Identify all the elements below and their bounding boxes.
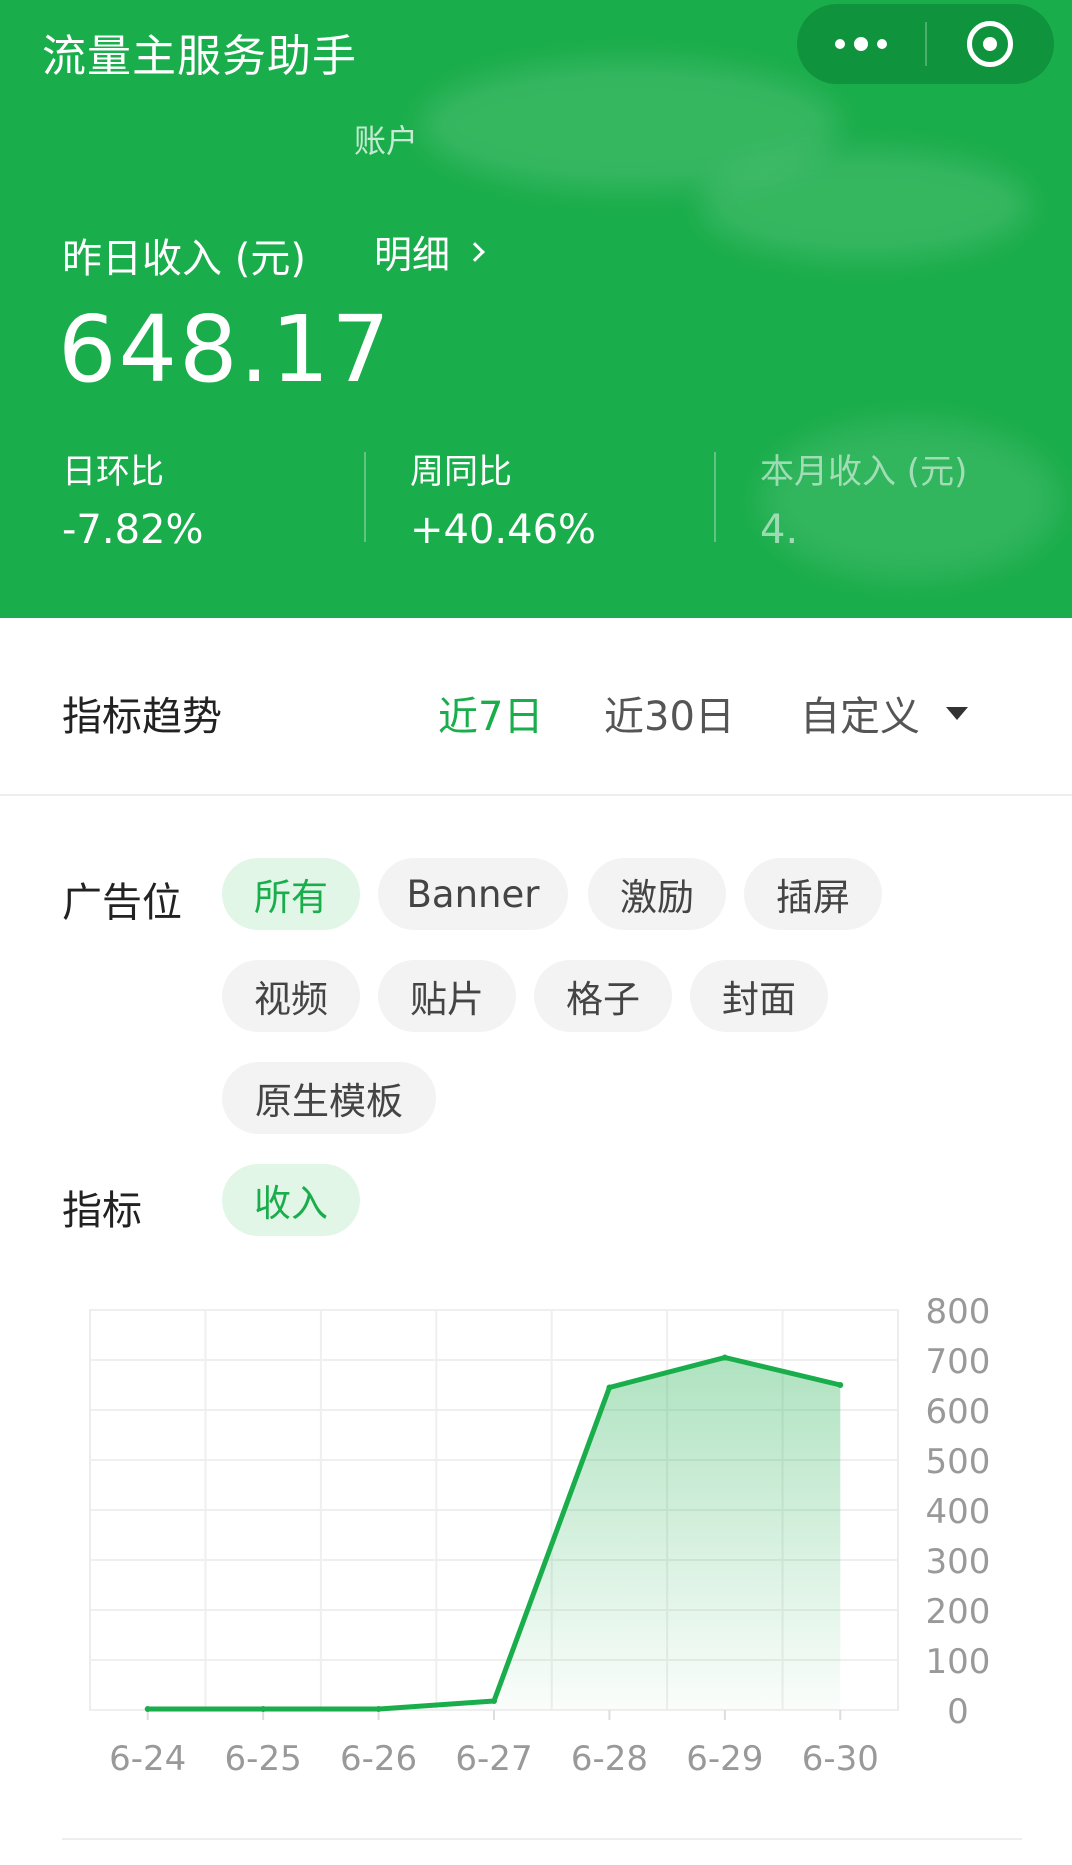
x-tick-label: 6-30 (802, 1739, 879, 1779)
data-point (144, 1706, 151, 1712)
x-tick-label: 6-29 (686, 1739, 763, 1779)
x-tick-label: 6-25 (225, 1739, 302, 1779)
y-tick-label: 700 (926, 1342, 991, 1382)
y-tick-label: 300 (926, 1542, 991, 1582)
y-tick-label: 500 (926, 1442, 991, 1482)
income-trend-chart: 0 100 200 300 400 500 600 700 800 6-24 6-25 6-26 6-2… (89, 1292, 991, 1779)
x-tick-label: 6-28 (571, 1739, 648, 1779)
y-tick-label: 800 (926, 1292, 991, 1332)
data-point (260, 1706, 267, 1712)
chart-area-layer (144, 1354, 844, 1712)
data-point (606, 1384, 613, 1391)
y-tick-label: 0 (947, 1692, 969, 1732)
x-tick-label: 6-27 (455, 1739, 532, 1779)
app-page: 流量主服务助手 账户 昨日收入 (元) 明细 648.17 日环比 -7.82%… (0, 0, 1072, 1865)
bottom-divider (62, 1838, 1022, 1840)
y-tick-label: 100 (926, 1642, 991, 1682)
y-tick-label: 200 (926, 1592, 991, 1632)
data-point (491, 1698, 497, 1704)
x-tick-label: 6-26 (340, 1739, 417, 1779)
x-tick-label: 6-24 (109, 1739, 186, 1779)
y-tick-label: 600 (926, 1392, 991, 1432)
y-tick-label: 400 (926, 1492, 991, 1532)
data-point (375, 1706, 382, 1712)
data-point (721, 1354, 728, 1361)
data-point (837, 1382, 844, 1388)
